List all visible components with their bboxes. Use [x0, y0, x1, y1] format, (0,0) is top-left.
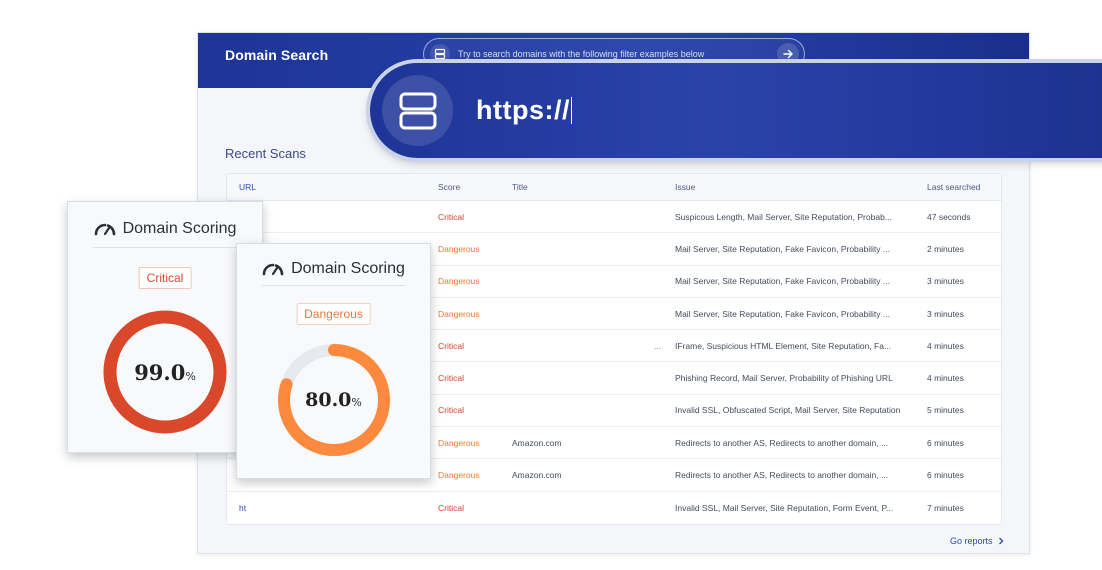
- search-placeholder: Try to search domains with the following…: [458, 49, 705, 59]
- score-value: 99.0%: [68, 360, 262, 385]
- search-input-value: https://: [476, 95, 570, 125]
- col-issue: Issue: [675, 182, 696, 192]
- cell-issue: Phishing Record, Mail Server, Probabilit…: [675, 373, 893, 384]
- cell-title: [512, 233, 662, 264]
- cell-last-searched: 3 minutes: [927, 308, 964, 319]
- cell-overflow: ...: [654, 340, 662, 351]
- gauge-icon: [94, 223, 115, 236]
- card-header: Domain Scoring: [68, 220, 262, 238]
- score-number: 80.0: [305, 389, 352, 411]
- card-title: Domain Scoring: [122, 220, 237, 237]
- col-score: Score: [438, 182, 461, 192]
- cell-issue: IFrame, Suspicious HTML Element, Site Re…: [675, 340, 892, 351]
- cell-url[interactable]: ht: [239, 492, 424, 524]
- cell-score: Critical: [438, 211, 464, 222]
- cell-last-searched: 47 seconds: [927, 211, 971, 222]
- cell-score: Critical: [438, 340, 464, 351]
- cell-title: Amazon.com: [512, 470, 562, 481]
- app-title: Domain Search: [225, 47, 329, 63]
- cell-issue: Mail Server, Site Reputation, Fake Favic…: [675, 243, 890, 254]
- cell-url[interactable]: \/: [239, 201, 424, 232]
- status-badge: Critical: [138, 267, 192, 289]
- score-percent: %: [185, 370, 196, 383]
- cell-issue: Mail Server, Site Reputation, Fake Favic…: [675, 276, 890, 287]
- cell-title: [512, 492, 662, 524]
- cell-score: Dangerous: [438, 470, 480, 481]
- col-title: Title: [512, 182, 528, 192]
- gauge-icon: [262, 263, 284, 276]
- cell-score: Critical: [438, 373, 464, 384]
- server-icon: [430, 44, 450, 64]
- divider: [93, 247, 237, 248]
- cell-last-searched: 4 minutes: [927, 373, 964, 384]
- cell-issue: Invalid SSL, Mail Server, Site Reputatio…: [675, 502, 894, 513]
- cell-last-searched: 6 minutes: [927, 437, 964, 448]
- cell-issue: Suspicous Length, Mail Server, Site Repu…: [675, 211, 892, 222]
- stage: Domain Search Try to search domains with…: [0, 0, 1102, 570]
- cell-issue: Redirects to another AS, Redirects to an…: [675, 470, 889, 481]
- cell-title: [512, 330, 662, 361]
- col-last-searched: Last searched: [927, 182, 981, 192]
- cell-issue: Mail Server, Site Reputation, Fake Favic…: [675, 308, 890, 319]
- score-value: 80.0%: [237, 389, 430, 411]
- score-number: 99.0: [134, 360, 186, 385]
- cell-last-searched: 3 minutes: [927, 276, 964, 287]
- cell-score: Critical: [438, 405, 464, 416]
- cell-title: [512, 201, 662, 232]
- cell-title: Amazon.com: [512, 437, 562, 448]
- cell-issue: Redirects to another AS, Redirects to an…: [675, 437, 889, 448]
- cell-score: Critical: [438, 502, 464, 513]
- cell-title: [512, 395, 662, 426]
- cell-score: Dangerous: [438, 308, 480, 319]
- search-input-zoomed[interactable]: https://: [476, 95, 573, 126]
- card-header: Domain Scoring: [237, 260, 430, 278]
- cell-title: [512, 298, 662, 329]
- table-header: URL Score Title Issue Last searched: [227, 174, 1001, 201]
- table-row[interactable]: ht Critical Invalid SSL, Mail Server, Site…: [227, 492, 1001, 524]
- domain-scoring-card-critical: Domain Scoring Critical 99.0%: [67, 201, 263, 453]
- cell-issue: Invalid SSL, Obfuscated Script, Mail Ser…: [675, 405, 901, 416]
- chevron-right-icon: [998, 537, 1003, 545]
- cell-last-searched: 6 minutes: [927, 470, 964, 481]
- cell-score: Dangerous: [438, 243, 480, 254]
- recent-scans-title: Recent Scans: [225, 146, 306, 161]
- card-title: Domain Scoring: [291, 260, 405, 277]
- cell-score: Dangerous: [438, 437, 480, 448]
- cell-last-searched: 4 minutes: [927, 340, 964, 351]
- cell-score: Dangerous: [438, 276, 480, 287]
- cell-title: [512, 362, 662, 393]
- cell-last-searched: 7 minutes: [927, 502, 964, 513]
- go-reports-link[interactable]: Go reports: [950, 536, 1005, 546]
- score-percent: %: [351, 396, 362, 409]
- status-badge: Dangerous: [296, 303, 371, 325]
- go-reports-label: Go reports: [950, 536, 993, 546]
- domain-scoring-card-dangerous: Domain Scoring Dangerous 80.0%: [236, 243, 431, 479]
- col-url: URL: [239, 182, 257, 192]
- text-caret: [570, 97, 573, 124]
- divider: [262, 285, 405, 286]
- search-bar-zoomed[interactable]: https://: [370, 63, 1102, 158]
- server-icon: [382, 75, 453, 146]
- cell-last-searched: 2 minutes: [927, 243, 964, 254]
- cell-last-searched: 5 minutes: [927, 405, 964, 416]
- cell-title: [512, 266, 662, 297]
- arrow-right-icon[interactable]: [777, 43, 799, 65]
- table-row[interactable]: \/ Critical Suspicous Length, Mail Server,…: [227, 201, 1001, 234]
